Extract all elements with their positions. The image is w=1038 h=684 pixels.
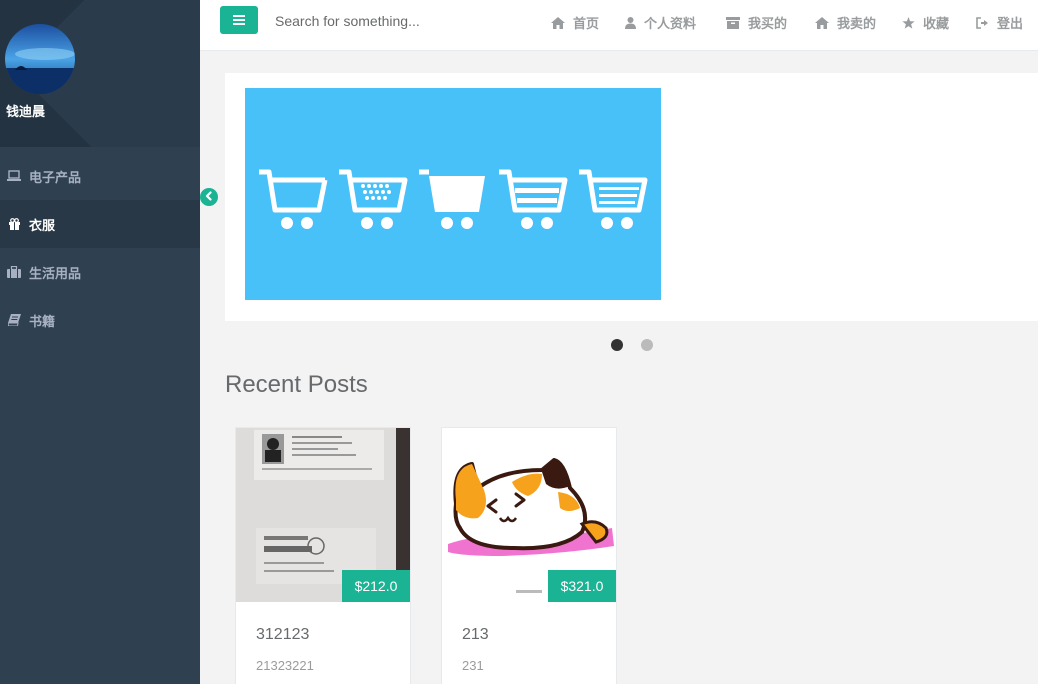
price-tag: $212.0 (342, 570, 410, 602)
sidebar-item-label: 衣服 (29, 217, 56, 233)
top-navbar: 首页 个人资料 我买的 我卖的 收藏 登出 (200, 0, 1038, 51)
sidebar-collapse-toggle[interactable] (200, 188, 218, 206)
menu-toggle-button[interactable] (220, 6, 258, 34)
laptop-icon (6, 169, 22, 183)
nav-logout[interactable]: 登出 (976, 13, 1023, 32)
briefcase-icon (6, 265, 22, 279)
menu-bar (233, 15, 245, 17)
nav-my-sales[interactable]: 我卖的 (815, 13, 876, 32)
search-input[interactable] (275, 8, 495, 34)
sign-out-icon (976, 16, 989, 29)
carousel-indicator[interactable] (641, 339, 653, 351)
sidebar-item-electronics[interactable]: 电子产品 (0, 152, 200, 200)
carousel-slide[interactable] (245, 88, 661, 300)
carousel-indicator-active[interactable] (611, 339, 623, 351)
book-icon (6, 313, 22, 327)
product-card[interactable]: $212.0 312123 21323221 (235, 427, 411, 684)
nav-favorites[interactable]: 收藏 (902, 13, 949, 32)
nav-label: 个人资料 (644, 16, 697, 31)
home-icon (551, 16, 565, 29)
carousel (225, 73, 1038, 321)
sidebar-item-daily-goods[interactable]: 生活用品 (0, 248, 200, 296)
menu-bar (233, 23, 245, 25)
profile-header: 钱迪晨 (0, 0, 200, 147)
chevron-left-icon (204, 190, 214, 204)
product-title[interactable]: 312123 (256, 626, 309, 644)
user-name[interactable]: 钱迪晨 (6, 101, 45, 120)
nav-label: 登出 (997, 16, 1024, 31)
home-icon (815, 16, 829, 29)
product-description: 21323221 (256, 658, 314, 673)
menu-bar (233, 19, 245, 21)
nav-label: 收藏 (923, 16, 950, 31)
nav-my-purchases[interactable]: 我买的 (726, 13, 787, 32)
product-title[interactable]: 213 (462, 626, 489, 644)
nav-label: 我买的 (748, 16, 788, 31)
gift-icon (6, 217, 22, 231)
sidebar-item-label: 书籍 (29, 313, 56, 329)
nav-label: 我卖的 (837, 16, 877, 31)
sidebar-item-label: 生活用品 (29, 265, 82, 281)
star-icon (902, 16, 915, 29)
section-title: Recent Posts (225, 371, 368, 398)
sidebar-item-books[interactable]: 书籍 (0, 296, 200, 344)
avatar[interactable] (5, 24, 75, 94)
price-tag: $321.0 (548, 570, 616, 602)
product-description: 231 (462, 658, 484, 673)
nav-home[interactable]: 首页 (551, 13, 599, 32)
sidebar: 钱迪晨 电子产品 衣服 生活用品 书籍 (0, 0, 200, 684)
nav-label: 首页 (573, 16, 600, 31)
sidebar-item-label: 电子产品 (29, 169, 82, 185)
user-icon (625, 16, 636, 29)
archive-icon (726, 16, 740, 29)
product-card[interactable]: $321.0 213 231 (441, 427, 617, 684)
shopping-carts-banner (259, 169, 648, 229)
sidebar-item-clothing[interactable]: 衣服 (0, 200, 200, 248)
nav-profile[interactable]: 个人资料 (625, 13, 696, 32)
